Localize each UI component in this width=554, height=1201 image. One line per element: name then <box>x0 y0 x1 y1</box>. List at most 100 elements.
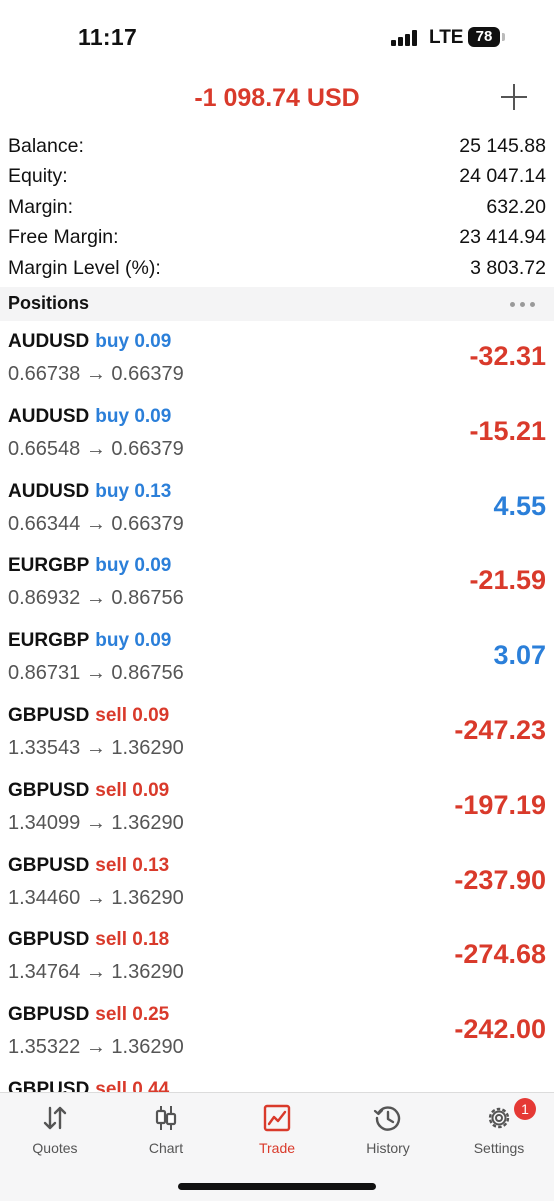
position-prices: 0.66548 → 0.66379 <box>8 437 184 460</box>
history-clock-icon <box>373 1106 401 1131</box>
position-profit: -237.90 <box>454 864 546 895</box>
summary-value: 24 047.14 <box>459 165 546 188</box>
position-profit: -247.23 <box>454 714 546 745</box>
position-title: AUDUSD buy 0.09 <box>8 331 171 353</box>
summary-label: Margin Level (%): <box>8 256 161 279</box>
position-title: GBPUSD sell 0.44 <box>8 1079 169 1092</box>
tab-settings[interactable]: 1 Settings <box>444 1093 554 1163</box>
position-title: EURGBP buy 0.09 <box>8 630 171 652</box>
summary-row-free-margin: Free Margin: 23 414.94 <box>0 222 554 252</box>
summary-value: 632.20 <box>486 195 546 218</box>
battery-level: 78 <box>475 28 493 45</box>
tab-label: Settings <box>473 1140 525 1156</box>
position-row[interactable]: GBPUSD sell 0.18 1.34764 → 1.36290 -274.6… <box>0 923 554 998</box>
position-side: buy 0.09 <box>95 331 172 352</box>
summary-label: Free Margin: <box>8 226 119 249</box>
position-title: GBPUSD sell 0.18 <box>8 929 169 951</box>
position-title: GBPUSD sell 0.25 <box>8 1004 169 1026</box>
position-side: buy 0.09 <box>95 555 172 577</box>
tab-label: Quotes <box>32 1140 78 1156</box>
position-row[interactable]: GBPUSD sell 0.09 1.34099 → 1.36290 -197.1… <box>0 774 554 849</box>
summary-label: Margin: <box>8 195 74 218</box>
position-prices: 0.86932 → 0.86756 <box>8 587 184 610</box>
position-row[interactable]: AUDUSD buy 0.13 0.66344 → 0.66379 4.55 <box>0 475 554 550</box>
plus-icon[interactable] <box>499 82 529 112</box>
tab-history[interactable]: History <box>333 1093 443 1163</box>
position-symbol: AUDUSD <box>8 405 90 427</box>
position-row[interactable]: GBPUSD sell 0.09 1.33543 → 1.36290 -247.2… <box>0 699 554 774</box>
position-row[interactable]: EURGBP buy 0.09 0.86932 → 0.86756 -21.59 <box>0 549 554 624</box>
position-symbol: EURGBP <box>8 630 90 652</box>
position-symbol: EURGBP <box>8 555 90 577</box>
position-profit: -32.31 <box>469 341 546 371</box>
position-profit: 3.07 <box>493 640 546 671</box>
position-profit: -274.68 <box>454 939 546 970</box>
position-side: sell 0.13 <box>95 854 170 876</box>
position-side: sell 0.18 <box>95 929 170 951</box>
position-symbol: AUDUSD <box>8 480 90 502</box>
position-title: GBPUSD sell 0.09 <box>8 780 169 802</box>
tab-quotes[interactable]: Quotes <box>0 1093 110 1163</box>
signal-strength-icon <box>391 30 421 46</box>
trade-chart-icon <box>263 1104 291 1132</box>
more-dots-icon[interactable] <box>510 302 538 308</box>
tab-label: Trade <box>258 1140 296 1156</box>
position-side: buy 0.13 <box>95 480 172 502</box>
position-prices: 1.34460 → 1.36290 <box>8 886 184 909</box>
position-profit: 4.55 <box>493 490 546 521</box>
positions-list[interactable]: AUDUSD buy 0.09 0.66738 → 0.66379 -32.31 … <box>0 325 554 1092</box>
tab-trade[interactable]: Trade <box>222 1093 332 1163</box>
position-title: GBPUSD sell 0.13 <box>8 855 169 877</box>
position-symbol: GBPUSD <box>8 1078 90 1092</box>
position-side: buy 0.09 <box>95 405 172 427</box>
position-prices: 1.34764 → 1.36290 <box>8 961 184 984</box>
position-side: sell 0.09 <box>95 704 170 726</box>
summary-row-margin-level: Margin Level (%): 3 803.72 <box>0 253 554 283</box>
status-bar: 11:17 LTE 78 <box>0 0 554 72</box>
total-profit: -1 098.74 USD <box>194 84 360 112</box>
account-summary: Balance: 25 145.88 Equity: 24 047.14 Mar… <box>0 131 554 283</box>
home-indicator <box>178 1183 376 1190</box>
candlestick-chart-icon <box>155 1106 177 1130</box>
position-row[interactable]: AUDUSD buy 0.09 0.66738 → 0.66379 -32.31 <box>0 325 554 400</box>
summary-row-margin: Margin: 632.20 <box>0 192 554 222</box>
position-row[interactable]: GBPUSD sell 0.13 1.34460 → 1.36290 -237.9… <box>0 849 554 924</box>
position-profit: -15.21 <box>469 415 546 446</box>
position-symbol: GBPUSD <box>8 854 90 876</box>
position-title: AUDUSD buy 0.13 <box>8 481 171 503</box>
position-profit: -242.00 <box>454 1014 546 1045</box>
position-symbol: GBPUSD <box>8 1004 90 1026</box>
position-symbol: GBPUSD <box>8 704 90 726</box>
tab-bar: Quotes Chart Trade History 1 Settings <box>0 1092 554 1201</box>
position-symbol: AUDUSD <box>8 331 90 352</box>
position-prices: 0.66738 → 0.66379 <box>8 363 184 385</box>
position-prices: 1.33543 → 1.36290 <box>8 736 184 759</box>
position-row[interactable]: EURGBP buy 0.09 0.86731 → 0.86756 3.07 <box>0 624 554 699</box>
position-symbol: GBPUSD <box>8 779 90 801</box>
trade-header: -1 098.74 USD <box>0 72 554 124</box>
summary-label: Balance: <box>8 135 84 157</box>
position-side: sell 0.25 <box>95 1004 170 1026</box>
tab-chart[interactable]: Chart <box>111 1093 221 1163</box>
position-row[interactable]: AUDUSD buy 0.09 0.66548 → 0.66379 -15.21 <box>0 400 554 475</box>
summary-value: 25 145.88 <box>459 135 546 157</box>
position-title: AUDUSD buy 0.09 <box>8 406 171 428</box>
position-side: buy 0.09 <box>95 630 172 652</box>
position-title: EURGBP buy 0.09 <box>8 555 171 577</box>
position-row[interactable]: GBPUSD sell 0.44 <box>0 1073 554 1092</box>
summary-label: Equity: <box>8 165 68 188</box>
summary-row-balance: Balance: 25 145.88 <box>0 131 554 161</box>
position-title: GBPUSD sell 0.09 <box>8 705 169 727</box>
position-prices: 0.86731 → 0.86756 <box>8 662 184 685</box>
position-side: sell 0.09 <box>95 779 170 801</box>
position-prices: 1.34099 → 1.36290 <box>8 811 184 834</box>
summary-row-equity: Equity: 24 047.14 <box>0 161 554 191</box>
position-profit: -21.59 <box>469 565 546 596</box>
position-profit: -197.19 <box>454 789 546 820</box>
notification-badge: 1 <box>514 1098 536 1120</box>
position-row[interactable]: GBPUSD sell 0.25 1.35322 → 1.36290 -242.0… <box>0 998 554 1073</box>
tab-label: Chart <box>148 1140 184 1156</box>
status-time: 11:17 <box>78 24 138 50</box>
gear-icon <box>488 1107 510 1129</box>
positions-section-header: Positions <box>0 287 554 321</box>
